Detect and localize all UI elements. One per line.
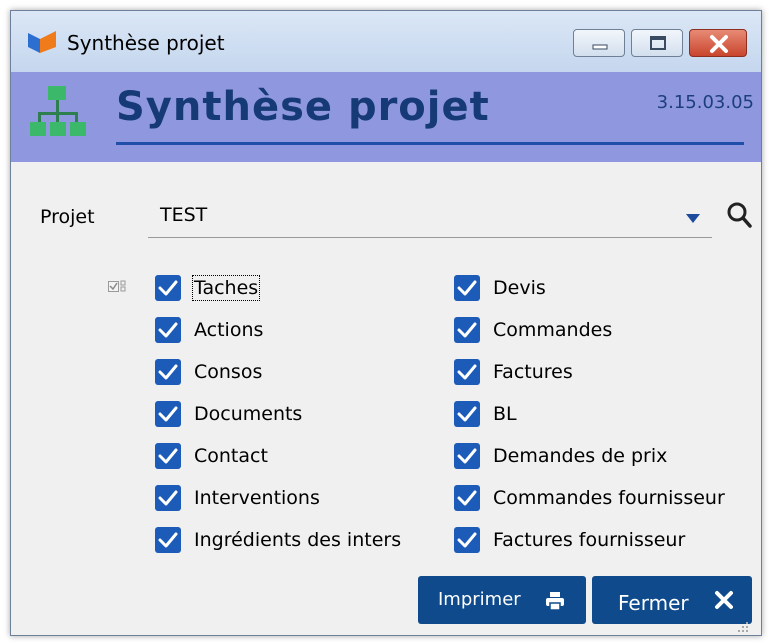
checkmark-icon: [158, 364, 178, 380]
left-checkbox-row[interactable]: Ingrédients des inters: [155, 526, 401, 554]
checkmark-icon: [158, 280, 178, 296]
checkbox-label[interactable]: Ingrédients des inters: [194, 529, 401, 551]
right-checkbox-row[interactable]: Factures: [454, 358, 573, 386]
checkbox-label[interactable]: BL: [493, 403, 517, 425]
checkbox-label[interactable]: Documents: [194, 403, 302, 425]
checkbox-label[interactable]: Factures fournisseur: [493, 529, 685, 551]
checkbox-label[interactable]: Interventions: [194, 487, 320, 509]
right-checkbox-row[interactable]: Commandes: [454, 316, 612, 344]
checkbox[interactable]: [454, 275, 480, 301]
left-checkbox-row[interactable]: Actions: [155, 316, 263, 344]
maximize-icon: [650, 36, 666, 50]
close-x-icon: [715, 591, 733, 609]
printer-icon: [546, 592, 564, 610]
checkbox[interactable]: [155, 485, 181, 511]
window-title: Synthèse projet: [67, 31, 225, 55]
projet-value: TEST: [160, 204, 208, 226]
minimize-icon: [592, 44, 608, 50]
version-label: 3.15.03.05: [656, 92, 754, 113]
checkbox-label[interactable]: Contact: [194, 445, 268, 467]
right-checkbox-row[interactable]: BL: [454, 400, 517, 428]
right-checkbox-row[interactable]: Factures fournisseur: [454, 526, 685, 554]
checkbox-label[interactable]: Demandes de prix: [493, 445, 667, 467]
print-button[interactable]: Imprimer: [418, 576, 586, 624]
checkmark-icon: [158, 532, 178, 548]
maximize-button[interactable]: [631, 29, 683, 57]
checkmark-icon: [457, 322, 477, 338]
print-button-label: Imprimer: [438, 589, 521, 610]
checkbox-label[interactable]: Commandes: [493, 319, 612, 341]
checkmark-icon: [457, 364, 477, 380]
checkbox-label[interactable]: Consos: [194, 361, 262, 383]
checkbox[interactable]: [155, 359, 181, 385]
page-title: Synthèse projet: [116, 84, 490, 130]
checkmark-icon: [457, 532, 477, 548]
right-checkbox-row[interactable]: Demandes de prix: [454, 442, 667, 470]
checkmark-icon: [457, 406, 477, 422]
checkbox-label[interactable]: Actions: [194, 319, 263, 341]
right-checkbox-row[interactable]: Devis: [454, 274, 546, 302]
checkbox[interactable]: [454, 485, 480, 511]
checkbox[interactable]: [454, 443, 480, 469]
left-checkbox-row[interactable]: Consos: [155, 358, 262, 386]
checkbox-label[interactable]: Taches: [191, 275, 261, 301]
checkmark-icon: [158, 448, 178, 464]
checkbox[interactable]: [155, 401, 181, 427]
close-button-label: Fermer: [618, 591, 689, 615]
minimize-button[interactable]: [573, 29, 625, 57]
checkbox-label[interactable]: Commandes fournisseur: [493, 487, 725, 509]
hierarchy-icon: [30, 86, 86, 136]
checkbox-label[interactable]: Devis: [493, 277, 546, 299]
checkbox[interactable]: [155, 527, 181, 553]
checkbox-label[interactable]: Factures: [493, 361, 573, 383]
left-checkbox-row[interactable]: Contact: [155, 442, 268, 470]
left-checkbox-row[interactable]: Taches: [155, 274, 261, 302]
title-bar[interactable]: Synthèse projet: [11, 11, 761, 74]
title-underline: [116, 142, 744, 145]
close-icon: [710, 35, 728, 53]
app-logo-icon: [28, 31, 56, 53]
checkmark-icon: [457, 448, 477, 464]
checkbox[interactable]: [454, 317, 480, 343]
checkbox[interactable]: [454, 359, 480, 385]
search-icon[interactable]: [726, 200, 752, 230]
left-checkbox-row[interactable]: Documents: [155, 400, 302, 428]
checkbox[interactable]: [155, 275, 181, 301]
chevron-down-icon[interactable]: [686, 214, 700, 224]
left-checkbox-row[interactable]: Interventions: [155, 484, 320, 512]
checkmark-icon: [158, 406, 178, 422]
checkbox[interactable]: [454, 401, 480, 427]
close-window-button[interactable]: [689, 29, 747, 57]
checkbox[interactable]: [155, 317, 181, 343]
projet-select[interactable]: TEST: [148, 196, 712, 238]
checkmark-icon: [158, 490, 178, 506]
checkbox[interactable]: [454, 527, 480, 553]
checkmark-icon: [158, 322, 178, 338]
checkmark-icon: [457, 490, 477, 506]
right-checkbox-row[interactable]: Commandes fournisseur: [454, 484, 725, 512]
projet-label: Projet: [40, 206, 95, 228]
resize-grip-icon[interactable]: [736, 620, 750, 634]
checkbox[interactable]: [155, 443, 181, 469]
checkmark-icon: [457, 280, 477, 296]
select-all-toggle-icon[interactable]: [108, 278, 126, 294]
close-button[interactable]: Fermer: [592, 576, 752, 624]
